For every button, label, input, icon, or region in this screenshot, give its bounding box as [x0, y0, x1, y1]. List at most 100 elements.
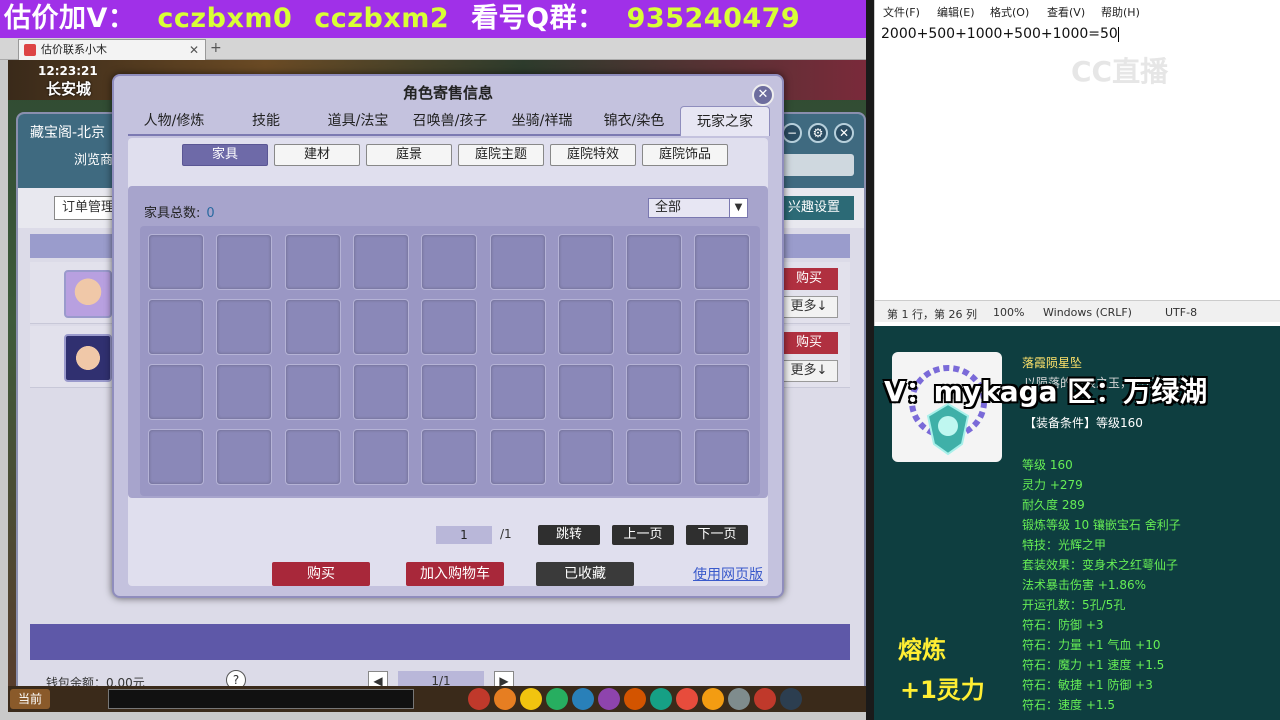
furniture-slot[interactable] [694, 234, 751, 290]
hotbar-item-icon[interactable] [572, 688, 594, 710]
menu-edit[interactable]: 编辑(E) [937, 4, 975, 20]
furniture-slot[interactable] [694, 364, 751, 420]
furniture-slot[interactable] [352, 364, 409, 420]
tab-items[interactable]: 道具/法宝 [312, 106, 404, 136]
subtab-furniture[interactable]: 家具 [182, 144, 268, 166]
furniture-slot[interactable] [626, 429, 683, 485]
hotbar-item-icon[interactable] [754, 688, 776, 710]
furniture-slot[interactable] [284, 364, 341, 420]
hotbar-item-icon[interactable] [520, 688, 542, 710]
chevron-down-icon[interactable]: ▼ [729, 199, 747, 217]
furniture-slot[interactable] [557, 364, 614, 420]
item-name: 落霞陨星坠 [1022, 356, 1083, 370]
close-icon[interactable]: ✕ [834, 123, 854, 143]
settings-icon[interactable]: ⚙ [808, 123, 828, 143]
furniture-slot[interactable] [352, 299, 409, 355]
furniture-slot[interactable] [284, 234, 341, 290]
furniture-slot[interactable] [557, 299, 614, 355]
tab-close-icon[interactable]: ✕ [189, 40, 199, 60]
subtab-courtyard-theme[interactable]: 庭院主题 [458, 144, 544, 166]
hotbar-item-icon[interactable] [702, 688, 724, 710]
subtab-scenery[interactable]: 庭景 [366, 144, 452, 166]
furniture-slot[interactable] [352, 429, 409, 485]
new-tab-icon[interactable]: + [210, 40, 222, 56]
furniture-slot[interactable] [626, 299, 683, 355]
furniture-slot[interactable] [148, 299, 204, 355]
hotbar-item-icon[interactable] [598, 688, 620, 710]
cursor-position: 第 1 行，第 26 列 [887, 308, 977, 321]
menu-file[interactable]: 文件(F) [883, 4, 920, 20]
hotbar [468, 688, 806, 712]
furniture-slot[interactable] [694, 429, 751, 485]
hotbar-item-icon[interactable] [468, 688, 490, 710]
furniture-slot[interactable] [216, 299, 273, 355]
furniture-slot[interactable] [421, 429, 478, 485]
menu-format[interactable]: 格式(O) [990, 4, 1029, 20]
favorited-button[interactable]: 已收藏 [536, 562, 634, 586]
furniture-slot[interactable] [284, 299, 341, 355]
furniture-slot[interactable] [489, 364, 546, 420]
tab-mounts[interactable]: 坐骑/祥瑞 [496, 106, 588, 136]
furniture-slot[interactable] [352, 234, 409, 290]
furniture-slot[interactable] [557, 234, 614, 290]
furniture-slot[interactable] [626, 364, 683, 420]
tab-pets[interactable]: 召唤兽/孩子 [404, 106, 496, 136]
hotbar-item-icon[interactable] [780, 688, 802, 710]
furniture-slot[interactable] [216, 364, 273, 420]
tab-character[interactable]: 人物/修炼 [128, 106, 220, 136]
furniture-slot[interactable] [148, 234, 204, 290]
hotbar-item-icon[interactable] [650, 688, 672, 710]
avatar[interactable] [64, 270, 112, 318]
hotbar-item-icon[interactable] [728, 688, 750, 710]
prev-page-button[interactable]: 上一页 [612, 525, 674, 545]
next-page-button[interactable]: 下一页 [686, 525, 748, 545]
shop-search-input[interactable] [774, 154, 854, 176]
furniture-slot[interactable] [216, 429, 273, 485]
furniture-slot[interactable] [694, 299, 751, 355]
buy-button[interactable]: 购买 [272, 562, 370, 586]
chat-input[interactable] [108, 689, 414, 709]
furniture-slot[interactable] [148, 429, 204, 485]
furniture-slot[interactable] [284, 429, 341, 485]
interest-settings-button[interactable]: 兴趣设置 [774, 196, 854, 220]
furniture-slot[interactable] [421, 364, 478, 420]
filter-dropdown[interactable]: 全部 ▼ [648, 198, 748, 218]
furniture-slot[interactable] [489, 234, 546, 290]
more-button[interactable]: 更多↓ [780, 360, 838, 382]
hotbar-item-icon[interactable] [624, 688, 646, 710]
shop-browse-tab[interactable]: 浏览商 [74, 149, 113, 168]
tab-skills[interactable]: 技能 [220, 106, 312, 136]
menu-view[interactable]: 查看(V) [1047, 4, 1085, 20]
menu-help[interactable]: 帮助(H) [1101, 4, 1140, 20]
subtab-materials[interactable]: 建材 [274, 144, 360, 166]
furniture-slot[interactable] [216, 234, 273, 290]
browser-tab[interactable]: 估价联系小木 ✕ [18, 39, 206, 60]
page-number-input[interactable]: 1 [436, 526, 492, 544]
buy-button[interactable]: 购买 [780, 268, 838, 290]
notepad-editor[interactable]: 2000+500+1000+500+1000=50 [881, 26, 1119, 42]
zoom-level: 100% [993, 306, 1025, 319]
jump-button[interactable]: 跳转 [538, 525, 600, 545]
subtab-courtyard-decor[interactable]: 庭院饰品 [642, 144, 728, 166]
tab-player-home[interactable]: 玩家之家 [680, 106, 770, 136]
furniture-slot[interactable] [421, 234, 478, 290]
hotbar-item-icon[interactable] [494, 688, 516, 710]
furniture-slot[interactable] [557, 429, 614, 485]
minimize-icon[interactable]: − [782, 123, 802, 143]
dialog-close-icon[interactable]: ✕ [752, 84, 774, 106]
furniture-slot[interactable] [489, 299, 546, 355]
furniture-slot[interactable] [489, 429, 546, 485]
use-web-version-link[interactable]: 使用网页版 [693, 564, 763, 584]
add-to-cart-button[interactable]: 加入购物车 [406, 562, 504, 586]
buy-button[interactable]: 购买 [780, 332, 838, 354]
furniture-slot[interactable] [626, 234, 683, 290]
hotbar-item-icon[interactable] [676, 688, 698, 710]
avatar[interactable] [64, 334, 112, 382]
more-button[interactable]: 更多↓ [780, 296, 838, 318]
chat-channel-button[interactable]: 当前 [10, 689, 50, 709]
tab-outfits[interactable]: 锦衣/染色 [588, 106, 680, 136]
hotbar-item-icon[interactable] [546, 688, 568, 710]
furniture-slot[interactable] [148, 364, 204, 420]
subtab-courtyard-effects[interactable]: 庭院特效 [550, 144, 636, 166]
furniture-slot[interactable] [421, 299, 478, 355]
